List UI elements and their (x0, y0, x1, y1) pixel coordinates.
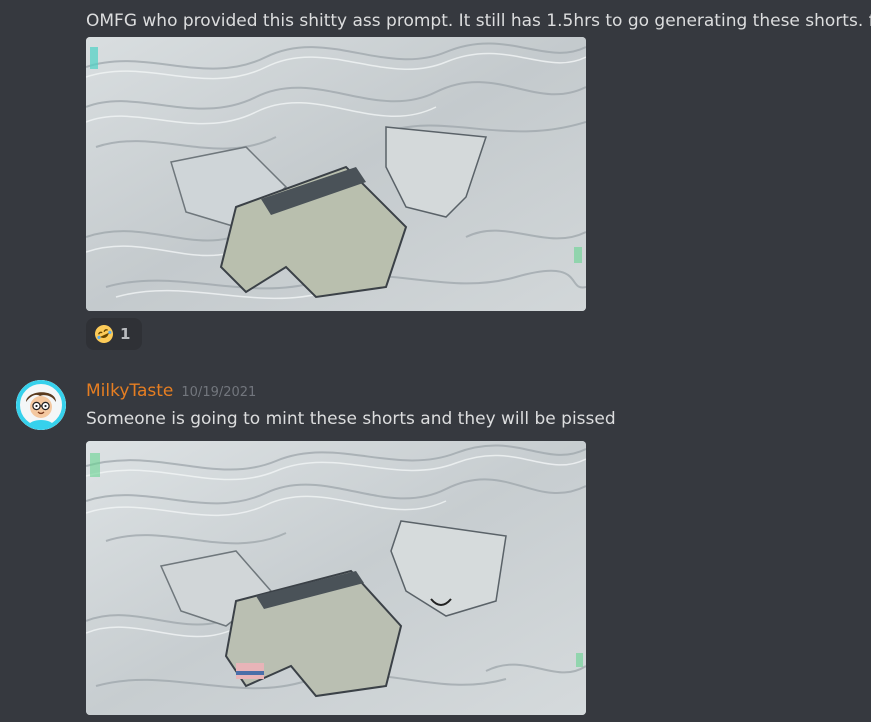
image-attachment[interactable] (86, 441, 586, 715)
reaction-count: 1 (120, 325, 131, 343)
reaction-laughing[interactable]: 1 (86, 318, 142, 350)
message-text: Someone is going to mint these shorts an… (86, 409, 616, 429)
username[interactable]: MilkyTaste (86, 381, 173, 401)
avatar[interactable] (16, 380, 66, 430)
image-attachment[interactable] (86, 37, 586, 311)
avatar-icon (16, 380, 66, 430)
generated-shorts-image (86, 37, 586, 311)
rofl-emoji-icon (95, 325, 113, 343)
message-text: OMFG who provided this shitty ass prompt… (86, 11, 871, 31)
generated-shorts-image (86, 441, 586, 715)
timestamp: 10/19/2021 (181, 385, 257, 400)
message-header: MilkyTaste 10/19/2021 (86, 381, 256, 401)
